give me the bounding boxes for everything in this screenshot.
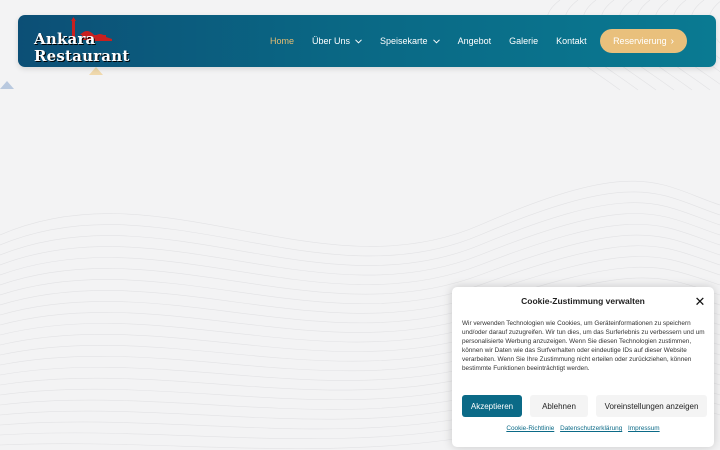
chevron-right-icon: ›	[670, 35, 674, 47]
header-navbar: Ankara Restaurant Home Über Uns Speiseka…	[18, 15, 716, 67]
cookie-dialog-title: Cookie-Zustimmung verwalten	[521, 296, 645, 306]
chevron-down-icon	[355, 38, 362, 44]
decorative-triangle-icon	[89, 67, 103, 75]
restaurant-logo[interactable]: Ankara Restaurant	[32, 17, 129, 65]
main-navigation: Home Über Uns Speisekarte Angebot Galeri…	[270, 15, 605, 67]
logo-text-line1: Ankara	[34, 30, 96, 48]
accept-button[interactable]: Akzeptieren	[462, 395, 522, 417]
nav-item-ueber-uns[interactable]: Über Uns	[312, 36, 362, 46]
imprint-link[interactable]: Impressum	[628, 425, 660, 432]
logo-text-line2: Restaurant	[34, 47, 130, 65]
decorative-triangle-icon	[0, 81, 14, 89]
nav-item-galerie[interactable]: Galerie	[509, 36, 538, 46]
cookie-links: Cookie-Richtlinie Datenschutzerklärung I…	[452, 425, 714, 432]
chevron-down-icon	[432, 38, 440, 44]
nav-item-speisekarte[interactable]: Speisekarte	[380, 36, 440, 46]
cookie-dialog-text: Wir verwenden Technologien wie Cookies, …	[462, 320, 705, 372]
cookie-policy-link[interactable]: Cookie-Richtlinie	[506, 425, 554, 432]
nav-item-home[interactable]: Home	[270, 36, 294, 46]
reservation-button[interactable]: Reservierung ›	[600, 29, 687, 53]
nav-item-label: Über Uns	[312, 36, 351, 46]
nav-item-label: Home	[270, 36, 295, 46]
deny-button[interactable]: Ablehnen	[530, 395, 588, 417]
nav-item-angebot[interactable]: Angebot	[458, 36, 492, 46]
nav-item-label: Speisekarte	[380, 36, 428, 46]
reservation-button-label: Reservierung	[613, 36, 667, 46]
privacy-policy-link[interactable]: Datenschutzerklärung	[560, 425, 622, 432]
nav-item-label: Angebot	[457, 36, 492, 46]
cookie-consent-dialog: Cookie-Zustimmung verwalten ✕ Wir verwen…	[452, 287, 714, 447]
nav-item-label: Galerie	[509, 36, 539, 46]
cookie-button-row: Akzeptieren Ablehnen Voreinstellungen an…	[462, 395, 707, 417]
preferences-button[interactable]: Voreinstellungen anzeigen	[596, 395, 707, 417]
nav-item-label: Kontakt	[556, 36, 587, 46]
nav-item-kontakt[interactable]: Kontakt	[556, 36, 587, 46]
close-icon[interactable]: ✕	[694, 295, 706, 308]
